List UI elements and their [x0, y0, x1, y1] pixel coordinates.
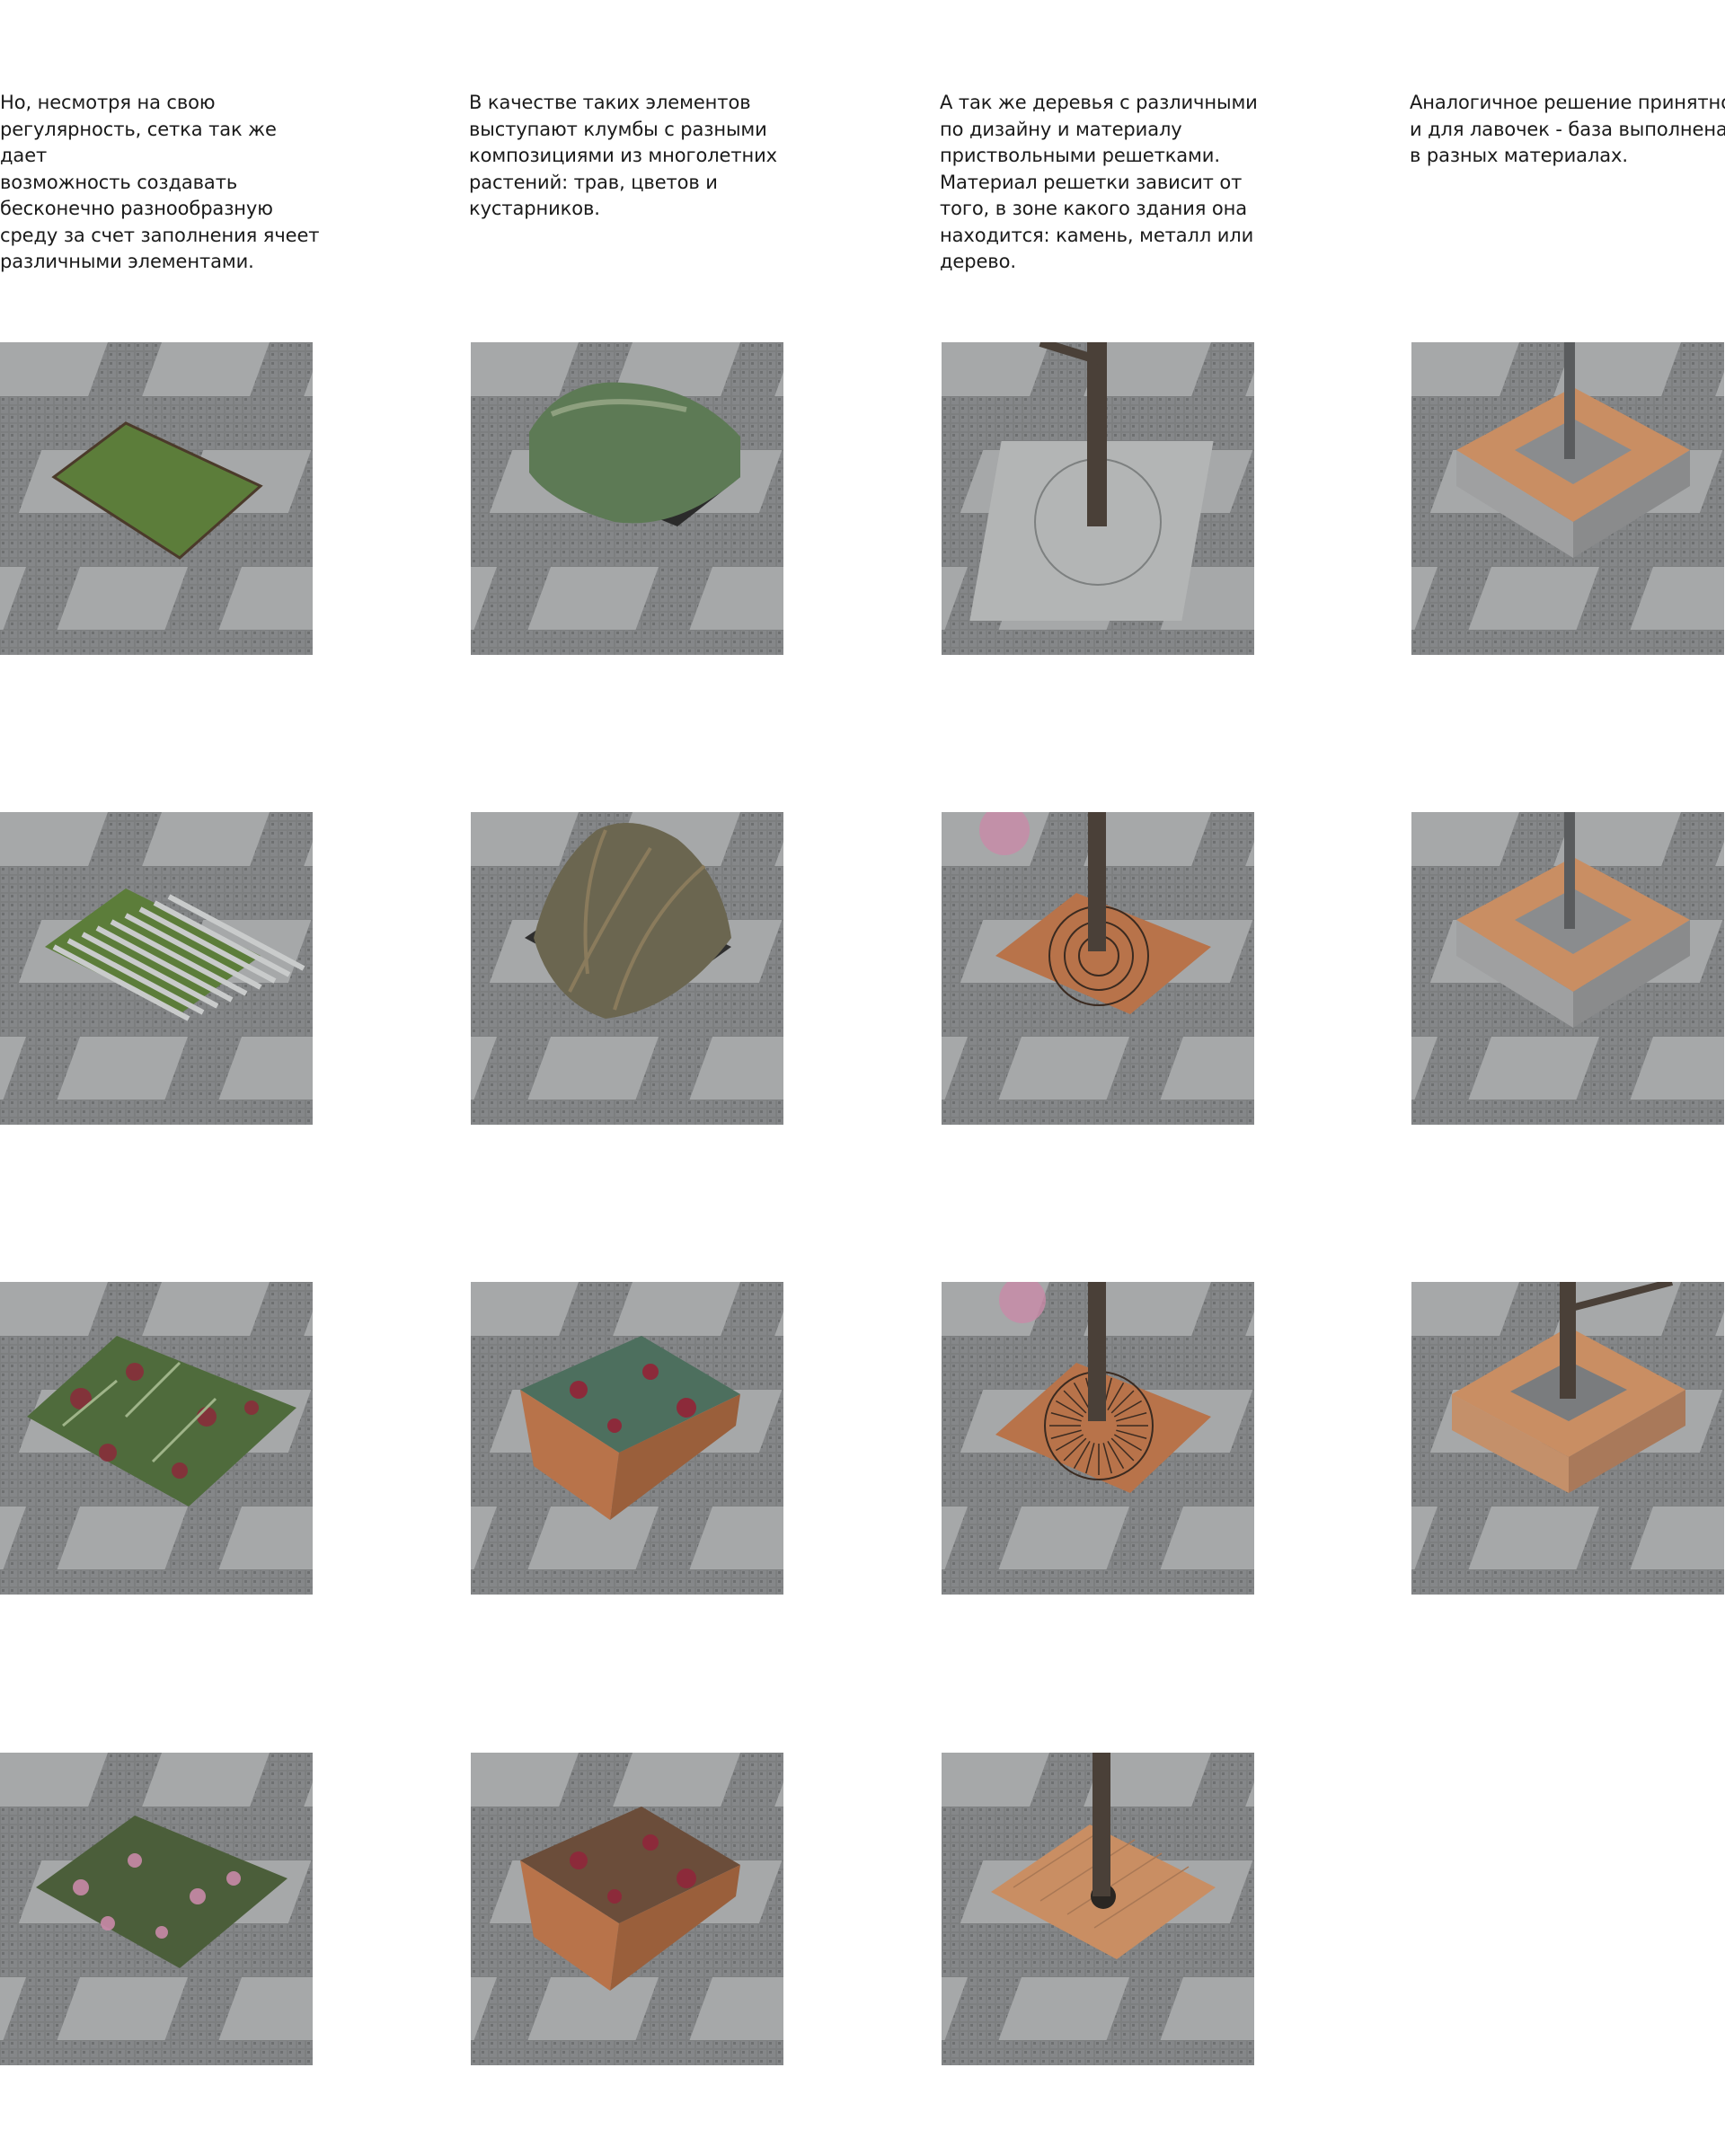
bench-pole-tile-1-image [1411, 342, 1724, 655]
mixed-flower-bed-tile-image [0, 1753, 313, 2065]
raised-flower-bed-tile [471, 1282, 783, 1595]
intro-text-flower-beds: В качестве таких элементов выступают клу… [469, 92, 777, 219]
tree-metal-rings-grate-tile [942, 812, 1254, 1125]
tree-stone-grate-tile-image [942, 342, 1254, 655]
ornamental-grass-tile [471, 812, 783, 1125]
tree-wood-grate-tile [942, 1753, 1254, 2065]
tree-wood-grate-tile-image [942, 1753, 1254, 2065]
bench-tree-tile [1411, 1282, 1724, 1595]
mixed-flower-bed-tile [0, 1753, 313, 2065]
striped-grass-tile [0, 812, 313, 1125]
raised-flower-bed-tile-image [471, 1282, 783, 1595]
hedge-shrub-tile [471, 342, 783, 655]
bench-pole-tile-2-image [1411, 812, 1724, 1125]
bench-pole-tile-1 [1411, 342, 1724, 655]
tree-metal-rings-grate-tile-image [942, 812, 1254, 1125]
fern-flower-bed-tile [0, 1282, 313, 1595]
bench-pole-tile-2 [1411, 812, 1724, 1125]
intro-text-tree-grates: А так же деревья с различными по дизайну… [940, 92, 1258, 272]
hedge-shrub-tile-image [471, 342, 783, 655]
raised-flower-bed-tile-2-image [471, 1753, 783, 2065]
lawn-bed-tile-image [0, 342, 313, 655]
fern-flower-bed-tile-image [0, 1282, 313, 1595]
bench-tree-tile-image [1411, 1282, 1724, 1595]
lawn-bed-tile [0, 342, 313, 655]
tree-metal-rays-grate-tile-image [942, 1282, 1254, 1595]
ornamental-grass-tile-image [471, 812, 783, 1125]
tree-stone-grate-tile [942, 342, 1254, 655]
striped-grass-tile-image [0, 812, 313, 1125]
intro-text-grid-variety: Но, несмотря на свою регулярность, сетка… [0, 92, 320, 272]
raised-flower-bed-tile-2 [471, 1753, 783, 2065]
intro-text-benches: Аналогичное решение принятно и для лавоч… [1410, 92, 1725, 166]
tree-metal-rays-grate-tile [942, 1282, 1254, 1595]
